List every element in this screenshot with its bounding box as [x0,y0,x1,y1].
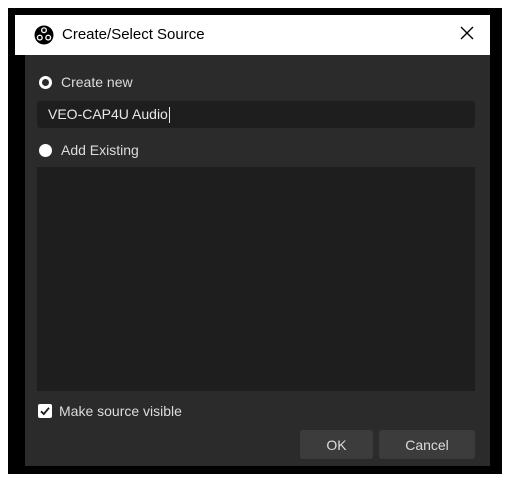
make-visible-option[interactable]: Make source visible [38,403,182,419]
source-name-value: VEO-CAP4U Audio [48,106,168,122]
checkmark-icon [40,407,50,416]
title-bar[interactable]: Create/Select Source [15,15,490,55]
existing-sources-list[interactable] [37,167,475,391]
create-new-label: Create new [61,74,133,90]
add-existing-label: Add Existing [61,142,139,158]
make-visible-label: Make source visible [59,403,182,419]
add-existing-radio[interactable] [39,143,52,157]
dialog-body: Create new VEO-CAP4U Audio Add Existing … [25,55,490,466]
make-visible-checkbox[interactable] [38,404,52,418]
source-name-input[interactable]: VEO-CAP4U Audio [37,101,475,128]
window-title: Create/Select Source [62,26,205,43]
close-button[interactable] [444,15,490,55]
create-new-radio-option[interactable]: Create new [39,74,133,90]
create-new-radio[interactable] [39,75,52,89]
text-caret [168,106,170,123]
close-icon [460,26,474,45]
cancel-button[interactable]: Cancel [379,430,475,459]
ok-button[interactable]: OK [300,430,373,459]
add-existing-radio-option[interactable]: Add Existing [39,142,139,158]
obs-logo-icon [34,25,54,45]
